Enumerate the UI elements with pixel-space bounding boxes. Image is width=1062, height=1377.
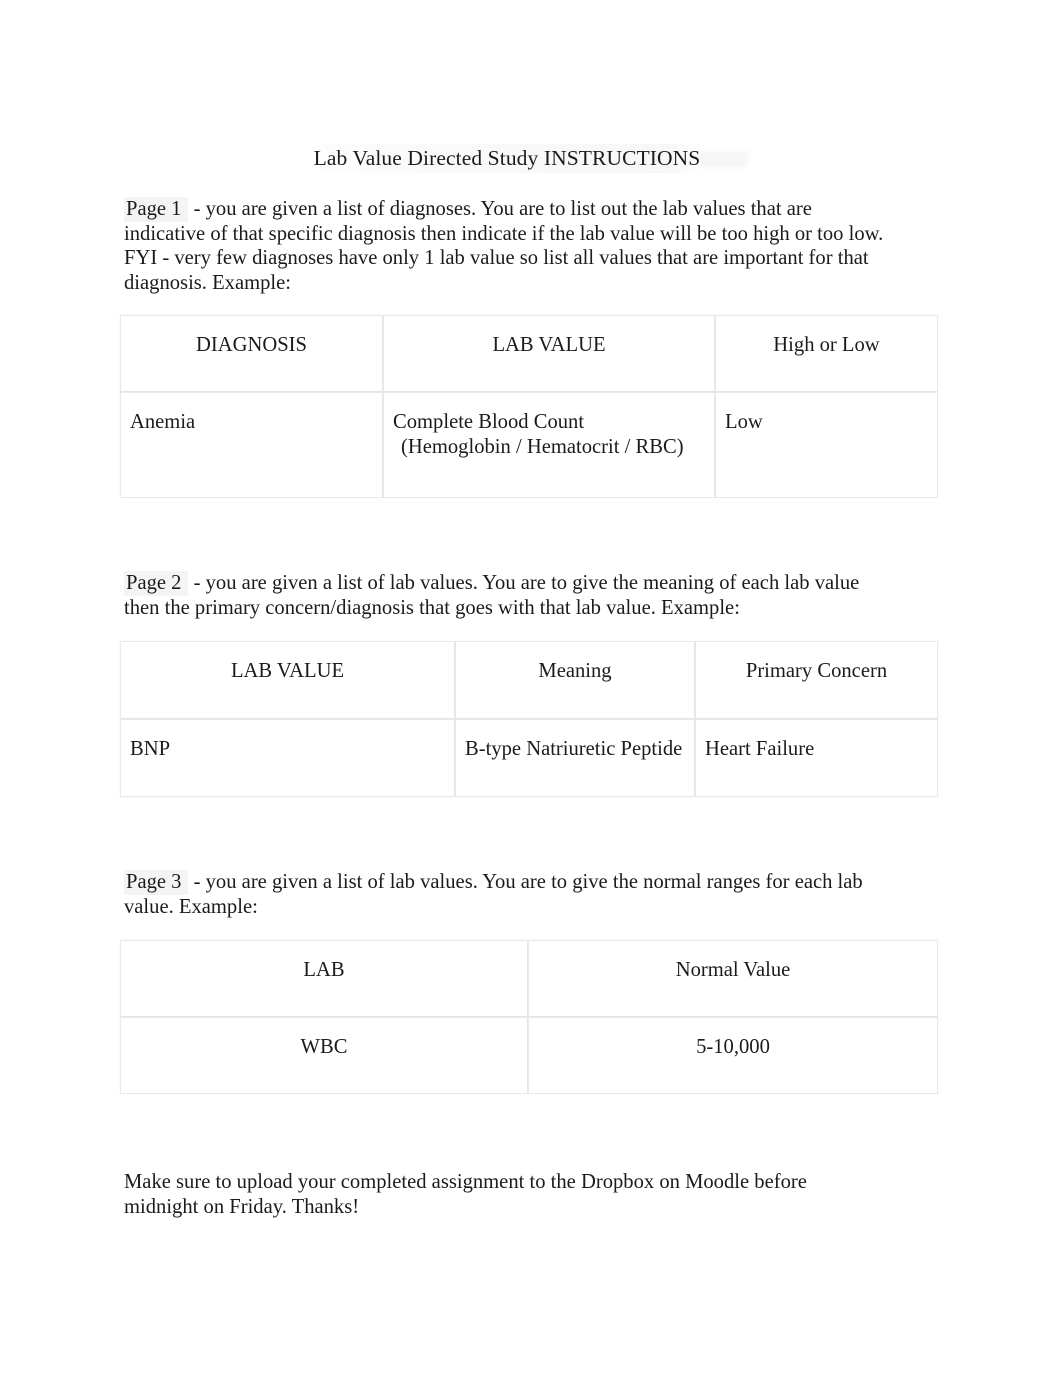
page3-body: - you are given a list of lab values. Yo… xyxy=(124,871,863,918)
table3-header-normal-value-text: Normal Value xyxy=(675,959,791,981)
table-row: Anemia Complete Blood Count (Hemoglobin … xyxy=(120,392,938,498)
table1-header-diagnosis-text: DIAGNOSIS xyxy=(196,334,307,356)
table3-cell-lab: WBC xyxy=(120,1017,528,1094)
table-header-row: LAB VALUE Meaning Primary Concern xyxy=(120,641,938,719)
table3-cell-normal-value: 5-10,000 xyxy=(528,1017,938,1094)
page1-label: Page 1 xyxy=(124,197,189,222)
page1-instructions: Page 1 - you are given a list of diagnos… xyxy=(124,197,884,295)
table2-header-meaning: Meaning xyxy=(455,641,695,719)
table3-header-lab-text: LAB xyxy=(303,959,345,981)
table2-header-lab-value-text: LAB VALUE xyxy=(230,660,345,682)
page3-label: Page 3 xyxy=(124,870,189,895)
table2-cell-primary-concern: Heart Failure xyxy=(695,719,938,797)
table2-cell-lab-value: BNP xyxy=(120,719,455,797)
table2-header-primary-concern-text: Primary Concern xyxy=(745,660,888,682)
table1-header-lab-value-text: LAB VALUE xyxy=(492,334,606,356)
table1-cell-diagnosis: Anemia xyxy=(120,392,383,498)
example-table-diagnosis: DIAGNOSIS LAB VALUE High or Low Anemia C… xyxy=(120,315,938,498)
table-header-row: DIAGNOSIS LAB VALUE High or Low xyxy=(120,315,938,392)
closing-text: Make sure to upload your completed assig… xyxy=(124,1171,807,1218)
page3-instructions: Page 3 - you are given a list of lab val… xyxy=(124,870,884,919)
page-title: Lab Value Directed Study INSTRUCTIONS xyxy=(124,144,938,173)
table3-cell-normal-value-text: 5-10,000 xyxy=(696,1036,770,1058)
closing-instructions: Make sure to upload your completed assig… xyxy=(124,1170,884,1219)
title-shade-trail xyxy=(700,151,748,167)
table3-cell-lab-text: WBC xyxy=(300,1036,348,1058)
page-title-text: Lab Value Directed Study INSTRUCTIONS xyxy=(313,144,701,173)
page2-body: - you are given a list of lab values. Yo… xyxy=(124,572,860,619)
page2-instructions: Page 2 - you are given a list of lab val… xyxy=(124,571,864,620)
table1-header-diagnosis: DIAGNOSIS xyxy=(120,315,383,392)
table1-cell-diagnosis-text: Anemia xyxy=(130,411,196,433)
table1-header-lab-value: LAB VALUE xyxy=(383,315,715,392)
page1-body: - you are given a list of diagnoses. You… xyxy=(124,198,884,294)
example-table-lab-meaning: LAB VALUE Meaning Primary Concern BNP B-… xyxy=(120,641,938,797)
table2-cell-meaning-text: B-type Natriuretic Peptide xyxy=(465,738,683,760)
table1-cell-lab-value: Complete Blood Count (Hemoglobin / Hemat… xyxy=(383,392,715,498)
table2-cell-meaning: B-type Natriuretic Peptide xyxy=(455,719,695,797)
table2-cell-lab-value-text: BNP xyxy=(130,738,171,760)
document-page: Lab Value Directed Study INSTRUCTIONS Pa… xyxy=(0,0,1062,1377)
table3-header-normal-value: Normal Value xyxy=(528,940,938,1017)
table2-header-meaning-text: Meaning xyxy=(538,660,612,682)
table2-header-lab-value: LAB VALUE xyxy=(120,641,455,719)
table-header-row: LAB Normal Value xyxy=(120,940,938,1017)
table1-cell-lab-value-group: Complete Blood Count (Hemoglobin / Hemat… xyxy=(383,392,715,498)
page2-label: Page 2 xyxy=(124,571,189,596)
table1-cell-lab-value-line2: (Hemoglobin / Hematocrit / RBC) xyxy=(401,435,684,458)
table3-header-lab: LAB xyxy=(120,940,528,1017)
table2-header-primary-concern: Primary Concern xyxy=(695,641,938,719)
table1-cell-high-or-low: Low xyxy=(715,392,938,498)
table1-header-high-or-low-text: High or Low xyxy=(773,334,880,356)
table1-header-high-or-low: High or Low xyxy=(715,315,938,392)
table1-cell-lab-value-line1: Complete Blood Count xyxy=(393,411,585,433)
table-row: BNP B-type Natriuretic Peptide Heart Fai… xyxy=(120,719,938,797)
example-table-normal-values: LAB Normal Value WBC 5-10,000 xyxy=(120,940,938,1094)
table-row: WBC 5-10,000 xyxy=(120,1017,938,1094)
table2-cell-primary-concern-text: Heart Failure xyxy=(705,738,815,760)
table1-cell-high-or-low-text: Low xyxy=(725,411,763,433)
